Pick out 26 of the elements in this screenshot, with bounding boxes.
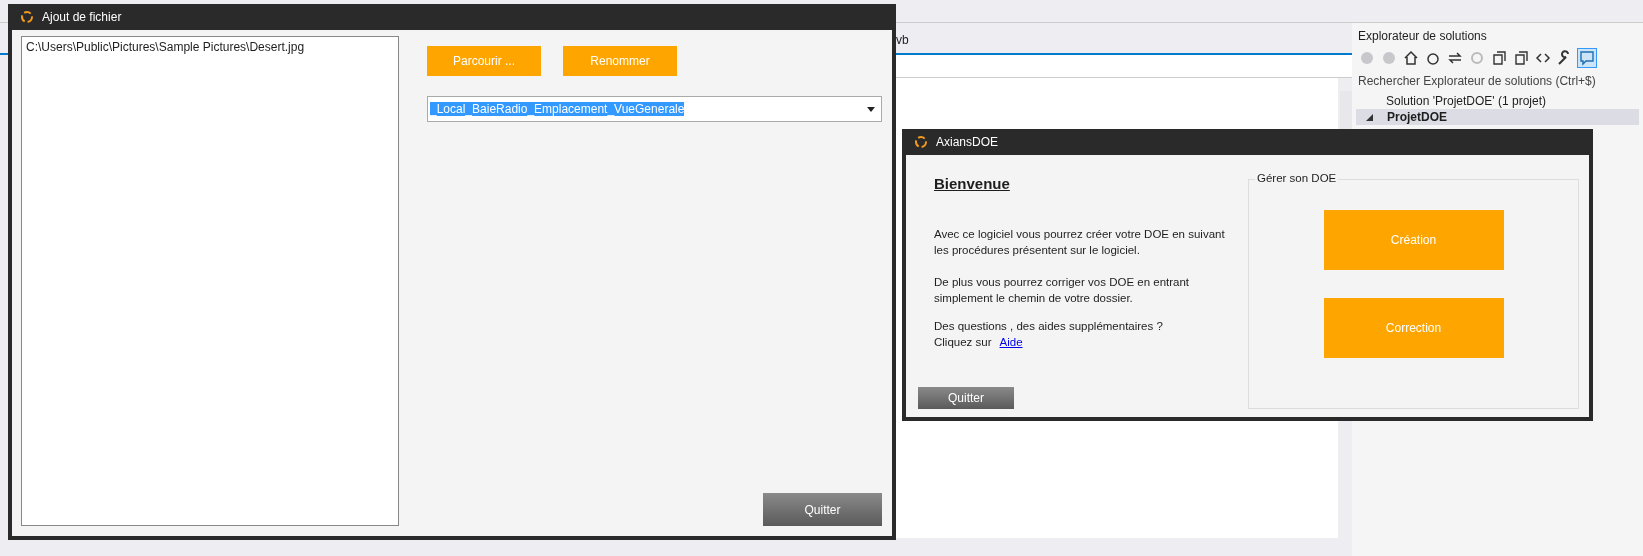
help-prompt: Cliquez sur	[934, 335, 992, 350]
welcome-heading: Bienvenue	[934, 175, 1011, 192]
ring-logo-icon	[20, 10, 34, 24]
tree-item[interactable]: Solution 'ProjetDOE' (1 projet)	[1356, 93, 1639, 109]
copy-icon[interactable]	[1512, 49, 1530, 67]
home-icon[interactable]	[1402, 49, 1420, 67]
collapse-icon[interactable]	[1490, 49, 1508, 67]
list-item[interactable]: C:\Users\Public\Pictures\Sample Pictures\Desert.jpg	[25, 39, 395, 55]
tree-item[interactable]: ProjetDOE	[1356, 109, 1639, 125]
quit-button[interactable]: Quitter	[763, 493, 882, 526]
window-title: AxiansDOE	[936, 135, 999, 149]
description-text: Avec ce logiciel vous pourrez créer votre DOE en suivant les procédures présentent sur le logiciel.	[934, 227, 1226, 258]
scrollbar[interactable]	[1340, 91, 1352, 129]
preview-icon[interactable]	[1578, 49, 1596, 67]
help-link[interactable]: Aide	[999, 334, 1023, 350]
editor-tab[interactable]: vb	[896, 33, 909, 53]
name-combo[interactable]: _Local_BaieRadio_Emplacement_VueGenerale	[427, 96, 882, 122]
ring-logo-icon	[914, 135, 928, 149]
panel-title: Explorateur de solutions	[1357, 28, 1488, 45]
expand-icon[interactable]	[1366, 114, 1373, 121]
description-text: De plus vous pourrez corriger vos DOE en entrant simplement le chemin de votre dossier.	[934, 275, 1191, 306]
help-question: Des questions , des aides supplémentaires ?	[934, 319, 1164, 334]
group-title: Gérer son DOE	[1255, 172, 1339, 184]
caret-icon[interactable]	[867, 106, 875, 112]
quit-button[interactable]: Quitter	[918, 387, 1014, 409]
window-title: Ajout de fichier	[42, 10, 122, 24]
